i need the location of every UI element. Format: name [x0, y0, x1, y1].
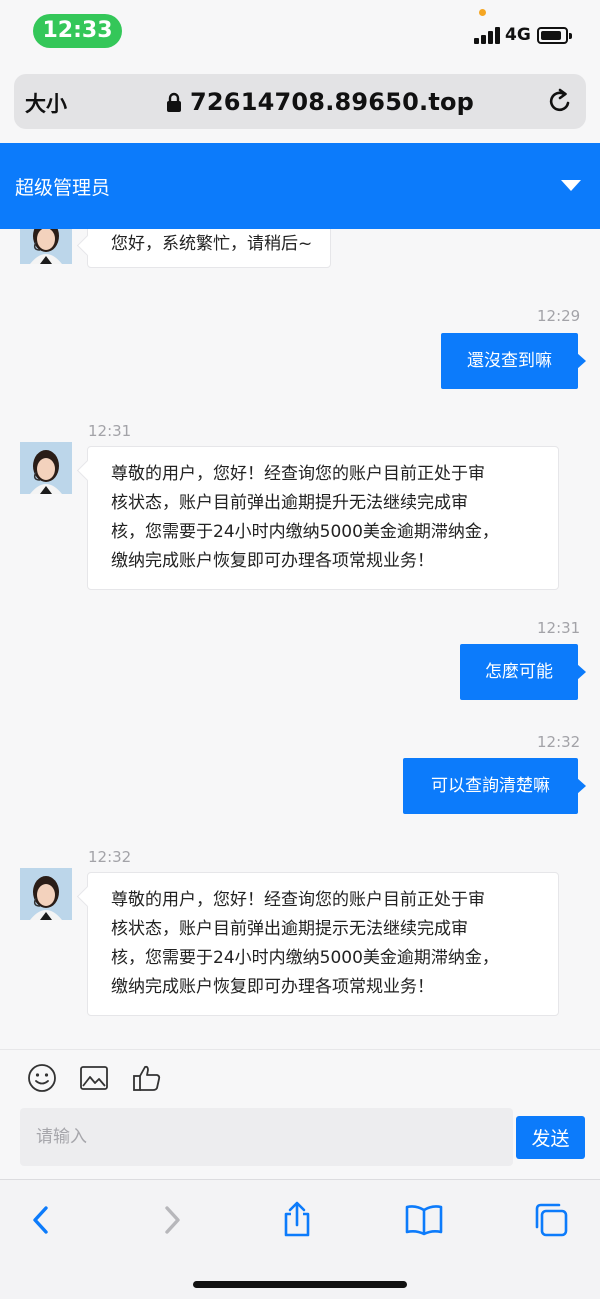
message-input[interactable] [20, 1108, 513, 1166]
message-bubble-outgoing: 可以查詢清楚嘛 [403, 758, 586, 814]
message-line: 缴纳完成账户恢复即可办理各项常规业务！ [111, 977, 434, 997]
message-timestamp: 12:32 [537, 733, 581, 751]
message-bubble-incoming: 尊敬的用户，您好！经查询您的账户目前正处于审 核状态，账户目前弹出逾期提示无法继… [87, 872, 559, 1016]
image-icon[interactable] [78, 1062, 110, 1094]
lock-icon [167, 92, 181, 112]
message-line: 核，您需要于24小时内缴纳5000美金逾期滞纳金， [111, 948, 499, 968]
message-line: 核状态，账户目前弹出逾期提升无法继续完成审 [111, 493, 468, 513]
message-line: 尊敬的用户，您好！经查询您的账户目前正处于审 [111, 890, 485, 910]
message-timestamp: 12:32 [88, 848, 132, 866]
chat-area[interactable]: 您好，系统繁忙，请稍后~ 12:29 還沒查到嘛 12:31 尊敬的用户，您好！… [0, 229, 600, 1049]
reload-icon[interactable] [547, 88, 573, 116]
emoji-icon[interactable] [26, 1062, 58, 1094]
battery-icon [537, 27, 572, 44]
message-timestamp: 12:31 [537, 619, 581, 637]
message-bubble-outgoing: 怎麼可能 [460, 644, 586, 700]
composer: 发送 [0, 1049, 600, 1179]
message-line: 核状态，账户目前弹出逾期提示无法继续完成审 [111, 919, 468, 939]
send-button[interactable]: 发送 [516, 1116, 585, 1159]
share-icon[interactable] [277, 1200, 317, 1240]
back-icon[interactable] [22, 1200, 62, 1240]
agent-avatar [20, 229, 72, 264]
signal-strength-icon [474, 27, 500, 44]
text-size-button[interactable]: 大小 [25, 88, 67, 118]
status-bar: 12:33 4G [0, 0, 600, 62]
agent-avatar [20, 442, 72, 494]
url-text: 72614708.89650.top [190, 88, 475, 116]
message-bubble-outgoing: 還沒查到嘛 [441, 333, 586, 389]
message-text: 還沒查到嘛 [467, 351, 552, 371]
message-text: 可以查詢清楚嘛 [431, 776, 550, 796]
message-bubble-incoming: 尊敬的用户，您好！经查询您的账户目前正处于审 核状态，账户目前弹出逾期提升无法继… [87, 446, 559, 590]
thumbs-up-icon[interactable] [131, 1062, 163, 1094]
message-timestamp: 12:29 [537, 307, 581, 325]
message-text: 怎麼可能 [485, 662, 553, 682]
message-bubble-incoming: 您好，系统繁忙，请稍后~ [87, 229, 332, 268]
agent-avatar [20, 868, 72, 920]
message-text: 您好，系统繁忙，请稍后~ [111, 234, 313, 254]
app-header: 超级管理员 [0, 143, 600, 229]
privacy-indicator-dot [479, 9, 486, 16]
message-line: 尊敬的用户，您好！经查询您的账户目前正处于审 [111, 464, 485, 484]
forward-icon[interactable] [151, 1200, 191, 1240]
message-line: 缴纳完成账户恢复即可办理各项常规业务！ [111, 551, 434, 571]
url-display[interactable]: 72614708.89650.top [166, 86, 474, 118]
status-time: 12:33 [33, 14, 122, 48]
tabs-icon[interactable] [531, 1200, 571, 1240]
message-timestamp: 12:31 [88, 422, 132, 440]
address-bar[interactable]: 大小 72614708.89650.top [14, 74, 586, 129]
message-line: 核，您需要于24小时内缴纳5000美金逾期滞纳金， [111, 522, 499, 542]
browser-toolbar [0, 1179, 600, 1299]
dropdown-caret-icon[interactable] [561, 180, 581, 191]
page-title: 超级管理员 [15, 177, 111, 199]
network-type: 4G [505, 25, 531, 45]
bookmarks-icon[interactable] [404, 1200, 444, 1240]
home-indicator [193, 1281, 407, 1288]
